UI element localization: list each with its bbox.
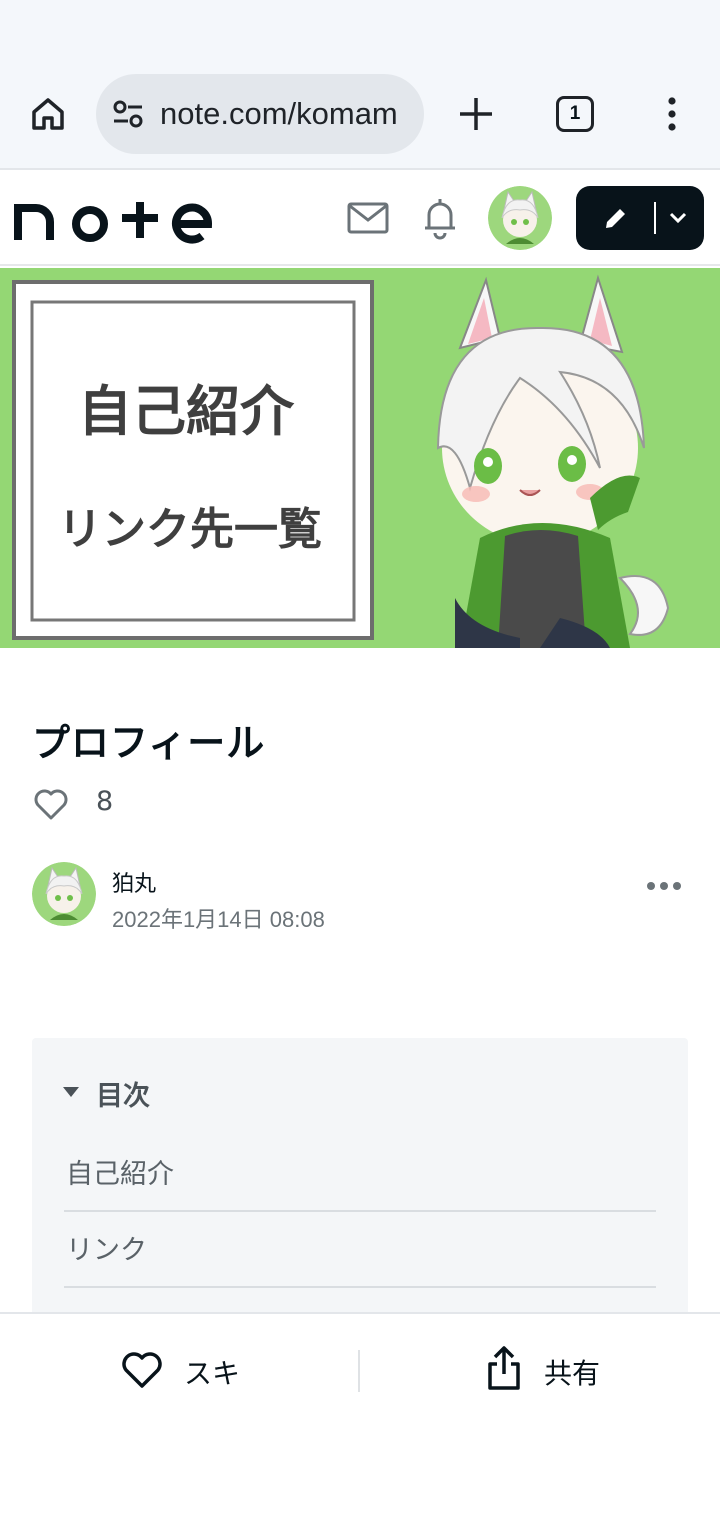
pencil-icon bbox=[606, 209, 625, 228]
mail-icon[interactable] bbox=[346, 200, 390, 236]
post-button-divider bbox=[654, 202, 656, 234]
action-divider bbox=[358, 1350, 360, 1392]
home-icon[interactable] bbox=[28, 94, 68, 134]
site-settings-icon[interactable] bbox=[112, 100, 144, 128]
tab-switcher-button[interactable]: 1 bbox=[556, 96, 594, 132]
toc-heading: 目次 bbox=[96, 1081, 150, 1112]
site-header bbox=[0, 172, 720, 266]
table-of-contents: 目次 自己紹介 リンク bbox=[32, 1038, 688, 1328]
share-icon bbox=[488, 1346, 520, 1390]
header-image: 自己紹介 リンク先一覧 bbox=[0, 268, 720, 648]
post-button[interactable] bbox=[576, 186, 704, 250]
bell-icon[interactable] bbox=[420, 196, 460, 240]
author-row: 狛丸 2022年1月14日 08:08 bbox=[32, 862, 692, 932]
share-button-label: 共有 bbox=[544, 1357, 601, 1390]
share-button[interactable]: 共有 bbox=[484, 1344, 684, 1394]
note-logo[interactable] bbox=[14, 194, 214, 244]
more-horiz-icon[interactable] bbox=[646, 880, 682, 892]
post-date: 2022年1月14日 08:08 bbox=[112, 907, 325, 932]
toc-item-label: リンク bbox=[66, 1235, 147, 1266]
article-title: プロフィール bbox=[32, 721, 266, 765]
new-tab-icon[interactable] bbox=[456, 94, 496, 134]
url-text: note.com/komam bbox=[160, 96, 398, 131]
banner-title: 自己紹介 bbox=[78, 380, 295, 443]
like-button[interactable]: スキ bbox=[120, 1346, 320, 1394]
heart-outline-icon[interactable] bbox=[32, 786, 70, 822]
chevron-down-icon[interactable] bbox=[668, 210, 688, 226]
toc-item-self-intro[interactable]: 自己紹介 bbox=[64, 1136, 656, 1212]
triangle-down-icon bbox=[63, 1087, 79, 1097]
toc-item-links[interactable]: リンク bbox=[64, 1212, 656, 1288]
author-name[interactable]: 狛丸 bbox=[112, 866, 156, 898]
more-vert-icon[interactable] bbox=[660, 96, 684, 132]
bottom-action-bar: スキ 共有 bbox=[0, 1312, 720, 1520]
user-avatar[interactable] bbox=[488, 186, 552, 250]
like-button-label: スキ bbox=[184, 1357, 241, 1390]
author-avatar[interactable] bbox=[32, 862, 96, 926]
heart-outline-icon bbox=[122, 1352, 162, 1388]
like-count: 8 bbox=[96, 786, 114, 817]
banner-subtitle: リンク先一覧 bbox=[58, 504, 322, 555]
toc-item-label: 自己紹介 bbox=[66, 1159, 174, 1190]
browser-toolbar: note.com/komam 1 bbox=[0, 0, 720, 170]
address-bar[interactable]: note.com/komam bbox=[96, 74, 424, 154]
